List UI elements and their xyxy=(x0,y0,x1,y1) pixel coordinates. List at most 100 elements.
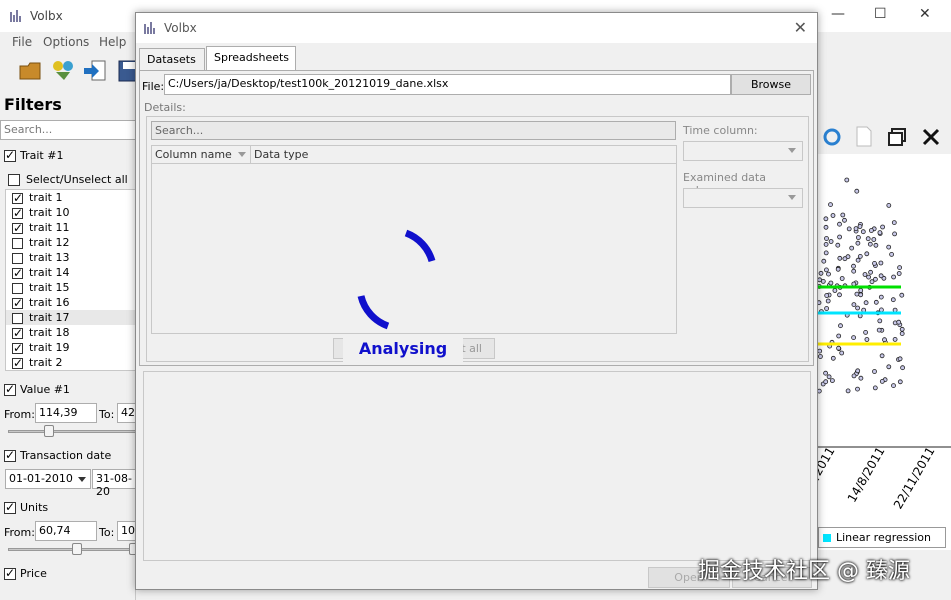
trait-checkbox[interactable] xyxy=(12,356,23,370)
value-to-field[interactable]: 424 xyxy=(117,403,135,423)
dialog-close-icon[interactable]: ✕ xyxy=(794,18,807,37)
filter-funnel-icon[interactable] xyxy=(50,58,76,84)
scatter-point xyxy=(865,236,871,242)
main-toolbar xyxy=(0,52,140,90)
value-from-label: From: xyxy=(4,408,35,421)
refresh-icon[interactable] xyxy=(822,127,842,150)
details-search-input[interactable]: Search... xyxy=(151,121,676,140)
minimize-icon[interactable]: — xyxy=(831,6,845,22)
trait-label: trait 15 xyxy=(29,281,70,294)
units-group-checkbox[interactable] xyxy=(4,500,16,514)
trait-checkbox[interactable] xyxy=(12,266,23,281)
file-path-field[interactable]: C:/Users/ja/Desktop/test100k_20121019_da… xyxy=(164,74,731,95)
scatter-point xyxy=(879,307,884,313)
scatter-point xyxy=(877,230,883,235)
select-all-label: Select/Unselect all xyxy=(26,173,128,186)
units-group-header[interactable]: Units xyxy=(4,500,49,514)
trait-item[interactable]: trait 15 xyxy=(6,280,135,295)
trait-item[interactable]: trait 16 xyxy=(6,295,135,311)
close-icon[interactable]: ✕ xyxy=(919,6,931,22)
scatter-point xyxy=(896,319,902,325)
scatter-point xyxy=(899,331,905,337)
value-group-header[interactable]: Value #1 xyxy=(4,382,70,396)
scatter-point xyxy=(886,364,892,370)
trait-checkbox[interactable] xyxy=(12,221,23,236)
examined-column-dropdown-icon xyxy=(788,195,796,200)
units-slider-handle-left[interactable] xyxy=(72,543,82,555)
trait-checkbox[interactable] xyxy=(12,191,23,206)
trait-item[interactable]: trait 1 xyxy=(6,190,135,206)
units-to-field[interactable]: 102 xyxy=(117,521,135,541)
menu-help[interactable]: Help xyxy=(99,35,126,49)
trait-checkbox[interactable] xyxy=(12,312,23,324)
trait-item[interactable]: trait 13 xyxy=(6,250,135,265)
detach-window-icon[interactable] xyxy=(887,127,907,150)
trait-checkbox[interactable] xyxy=(12,341,23,356)
trait-item[interactable]: trait 2 xyxy=(6,355,135,370)
menu-options[interactable]: Options xyxy=(43,35,89,49)
file-label: File: xyxy=(142,80,165,93)
scatter-point xyxy=(823,379,829,385)
tab-spreadsheets[interactable]: Spreadsheets xyxy=(206,46,296,71)
scatter-point xyxy=(842,217,847,223)
trait-item[interactable]: trait 12 xyxy=(6,235,135,250)
scatter-point xyxy=(878,273,884,279)
browse-button[interactable]: Browse xyxy=(731,74,811,95)
time-column-select[interactable] xyxy=(683,141,803,161)
scatter-point xyxy=(851,268,857,274)
trait-checkbox[interactable] xyxy=(12,326,23,341)
units-from-field[interactable]: 60,74 xyxy=(35,521,97,541)
scatter-point xyxy=(820,278,826,284)
price-group-checkbox[interactable] xyxy=(4,566,16,580)
document-icon[interactable] xyxy=(855,126,873,151)
trait-group-header[interactable]: Trait #1 xyxy=(4,148,63,162)
close-plot-icon[interactable] xyxy=(921,127,941,150)
filters-search-input[interactable]: Search... xyxy=(0,120,135,140)
trait-checkbox[interactable] xyxy=(12,296,23,311)
value-group-checkbox[interactable] xyxy=(4,382,16,396)
column-name-header[interactable]: Column name xyxy=(152,146,251,164)
data-type-header[interactable]: Data type xyxy=(251,146,676,164)
scatter-point xyxy=(871,237,877,242)
trait-group-checkbox[interactable] xyxy=(4,148,16,162)
price-group-header[interactable]: Price xyxy=(4,566,47,580)
open-folder-icon[interactable] xyxy=(18,58,44,84)
trait-item[interactable]: trait 14 xyxy=(6,265,135,281)
menu-file[interactable]: File xyxy=(12,35,32,49)
trait-item[interactable]: trait 11 xyxy=(6,220,135,236)
scatter-point xyxy=(876,327,882,333)
examined-column-select[interactable] xyxy=(683,188,803,208)
scatter-point xyxy=(824,293,830,298)
trait-item[interactable]: trait 18 xyxy=(6,325,135,341)
select-all-checkbox[interactable] xyxy=(8,174,20,186)
x-tick-label: 14/8/2011 xyxy=(845,445,888,505)
trait-item[interactable]: trait 10 xyxy=(6,205,135,221)
scatter-point xyxy=(842,256,848,262)
date-dropdown-icon[interactable] xyxy=(78,477,86,482)
date-from-field[interactable]: 01-01-2010 xyxy=(5,469,91,489)
scatter-point xyxy=(858,375,864,381)
value-from-field[interactable]: 114,39 xyxy=(35,403,97,423)
import-arrow-icon[interactable] xyxy=(82,58,108,84)
date-to-field[interactable]: 31-08-20 xyxy=(92,469,135,498)
date-group-header[interactable]: Transaction date xyxy=(4,448,111,462)
preview-panel xyxy=(143,371,811,561)
tab-datasets[interactable]: Datasets xyxy=(139,48,205,70)
scatter-point xyxy=(849,245,855,251)
value-slider[interactable] xyxy=(8,430,135,433)
trait-label: trait 14 xyxy=(29,266,70,279)
date-group-checkbox[interactable] xyxy=(4,448,16,462)
value-slider-handle[interactable] xyxy=(44,425,54,437)
maximize-icon[interactable]: ☐ xyxy=(874,6,887,22)
units-group-label: Units xyxy=(20,501,49,514)
trait-checkbox[interactable] xyxy=(12,252,23,264)
select-all-row[interactable]: Select/Unselect all xyxy=(8,173,128,186)
scatter-point xyxy=(823,370,829,376)
trait-checkbox[interactable] xyxy=(12,282,23,294)
trait-item[interactable]: trait 17 xyxy=(6,310,135,325)
trait-list[interactable]: trait 1 trait 10 trait 11 trait 12 trait 13 t… xyxy=(5,189,135,371)
scatter-point xyxy=(899,292,905,298)
trait-item[interactable]: trait 19 xyxy=(6,340,135,356)
trait-checkbox[interactable] xyxy=(12,237,23,249)
trait-checkbox[interactable] xyxy=(12,206,23,221)
